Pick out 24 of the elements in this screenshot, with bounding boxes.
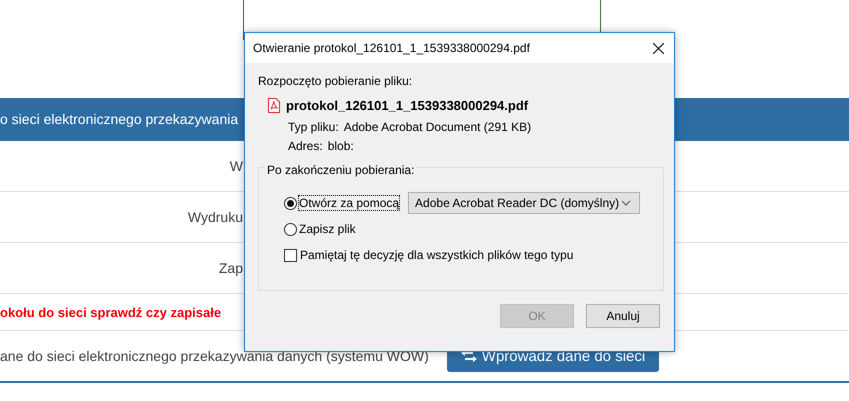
type-label: Typ pliku:: [288, 120, 339, 134]
type-value: Adobe Acrobat Document (291 KB): [344, 120, 532, 134]
close-icon[interactable]: [653, 42, 664, 54]
pdf-icon: [268, 98, 280, 113]
group-title: Po zakończeniu pobierania:: [265, 163, 416, 177]
field-label: Wydruku: [186, 209, 243, 225]
chevron-icon: [621, 200, 632, 206]
warning-text: okołu do sieci sprawdź czy zapisałe: [0, 304, 222, 320]
radio-button[interactable]: [284, 222, 297, 236]
radio-button[interactable]: [284, 196, 297, 210]
intro-text: Rozpoczęto pobieranie pliku:: [258, 74, 414, 88]
exchange-icon: [460, 350, 477, 362]
dialog-title: Otwieranie protokol_126101_1_1539338000294.pdf: [253, 41, 530, 55]
option-label[interactable]: Otwórz za pomocą: [299, 196, 400, 210]
field-label: Zap: [218, 260, 243, 276]
address-value: blob:: [328, 139, 354, 153]
field-label: W: [228, 158, 243, 174]
checkbox-label[interactable]: Pamiętaj tę decyzję dla wszystkich plików tego typu: [300, 248, 574, 262]
checkbox[interactable]: [284, 248, 297, 262]
file-name: protokol_126101_1_1539338000294.pdf: [286, 98, 528, 113]
address-label: Adres:: [288, 139, 323, 153]
dialog-button[interactable]: Anuluj: [586, 304, 660, 328]
option-label[interactable]: Zapisz plik: [299, 222, 356, 236]
app-dropdown[interactable]: Adobe Acrobat Reader DC (domyślny): [408, 192, 640, 214]
